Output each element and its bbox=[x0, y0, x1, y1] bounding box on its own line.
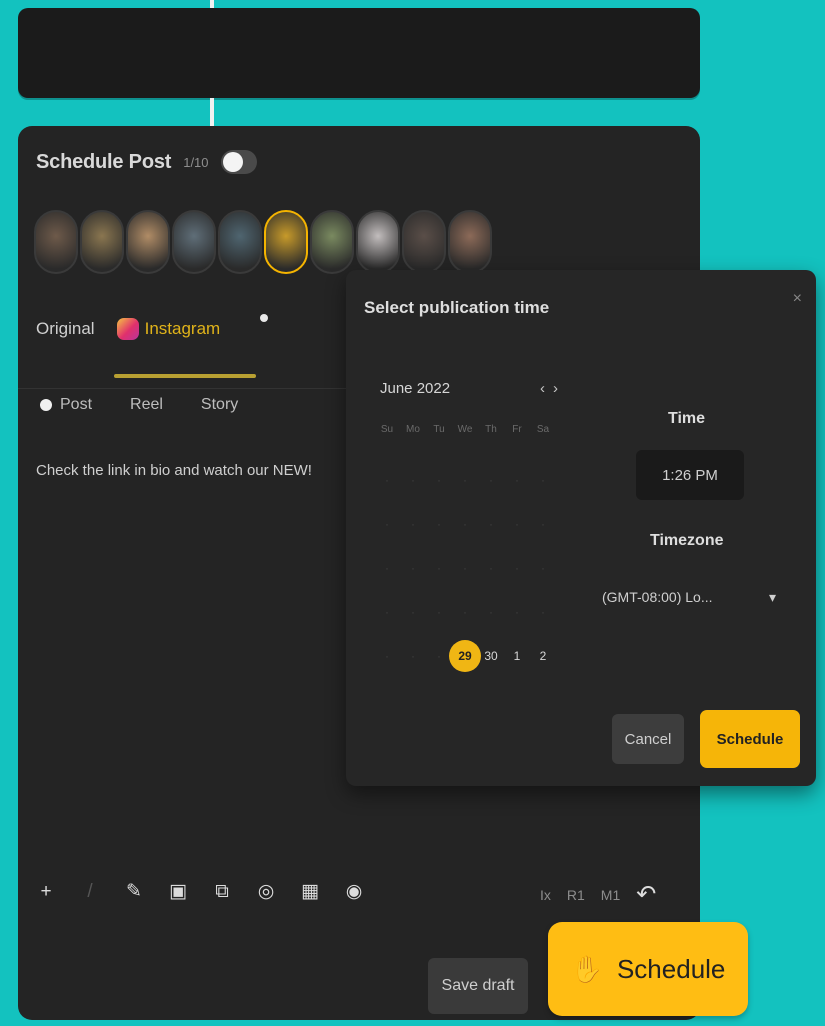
account-avatar[interactable] bbox=[448, 210, 492, 274]
toolbar-counter-2[interactable]: R1 bbox=[567, 887, 585, 903]
weekday-label: Sa bbox=[536, 424, 550, 435]
account-avatar[interactable] bbox=[356, 210, 400, 274]
weekday-label: Fr bbox=[512, 424, 522, 435]
weekday-label: We bbox=[457, 424, 473, 435]
save-draft-button[interactable]: Save draft bbox=[428, 958, 528, 1014]
radio-selected-icon bbox=[40, 399, 52, 411]
time-label: Time bbox=[668, 410, 706, 427]
tab-post-label: Post bbox=[60, 396, 93, 413]
grid-icon[interactable]: ▦ bbox=[298, 880, 322, 903]
calendar-week: · · · · · · · bbox=[385, 517, 545, 531]
panel-header: Schedule Post 1/10 bbox=[36, 150, 257, 174]
account-avatar[interactable] bbox=[80, 210, 124, 274]
divider-line bbox=[210, 98, 214, 126]
cancel-button[interactable]: Cancel bbox=[612, 714, 684, 764]
panel-title: Schedule Post bbox=[36, 150, 172, 173]
account-avatar[interactable] bbox=[34, 210, 78, 274]
selected-day[interactable]: 29 bbox=[449, 640, 481, 672]
eye-icon[interactable]: ◉ bbox=[342, 880, 366, 903]
account-avatar[interactable] bbox=[126, 210, 170, 274]
weekday-label: Mo bbox=[406, 424, 420, 435]
copy-icon[interactable]: ⧉ bbox=[210, 881, 234, 903]
chevron-right-icon[interactable]: › bbox=[553, 380, 566, 397]
link-icon[interactable]: ✎ bbox=[122, 880, 146, 903]
wand-icon[interactable]: / bbox=[78, 881, 102, 903]
info-icon[interactable]: ◎ bbox=[254, 880, 278, 903]
toolbar-counter-3[interactable]: M1 bbox=[601, 887, 620, 903]
toolbar-right: Ix R1 M1 ↶ bbox=[540, 880, 656, 909]
calendar-week: · · · · · · · bbox=[385, 605, 545, 619]
tab-instagram-label: Instagram bbox=[144, 319, 221, 338]
content-type-tabs: Post Reel Story bbox=[40, 396, 238, 414]
account-avatars bbox=[34, 210, 492, 274]
publication-time-popup: Select publication time × June 2022 ‹› S… bbox=[346, 270, 816, 786]
caption-text[interactable]: Check the link in bio and watch our NEW! bbox=[36, 462, 312, 479]
popup-schedule-button[interactable]: Schedule bbox=[700, 710, 800, 768]
timezone-select[interactable]: (GMT-08:00) Lo... ▾ bbox=[596, 576, 782, 618]
account-avatar[interactable] bbox=[310, 210, 354, 274]
tab-original[interactable]: Original bbox=[36, 319, 95, 339]
account-avatar[interactable] bbox=[172, 210, 216, 274]
calendar-weekdays: Su Mo Tu We Th Fr Sa bbox=[374, 424, 556, 435]
account-avatar[interactable] bbox=[218, 210, 262, 274]
divider-line bbox=[210, 0, 214, 8]
schedule-button[interactable]: ✋ Schedule bbox=[548, 922, 748, 1016]
calendar-week-last: · · · 29 30 1 2 bbox=[374, 634, 556, 678]
toolbar-counter-1[interactable]: Ix bbox=[540, 887, 551, 903]
tab-instagram[interactable]: Instagram bbox=[116, 318, 221, 340]
time-input[interactable] bbox=[636, 450, 744, 500]
weekday-label: Su bbox=[380, 424, 394, 435]
instagram-icon bbox=[116, 318, 139, 340]
schedule-toggle[interactable] bbox=[220, 150, 257, 174]
calendar-week: · · · · · · · bbox=[385, 473, 545, 487]
timezone-label: Timezone bbox=[650, 532, 724, 549]
calendar-week: · · · · · · · bbox=[385, 561, 545, 575]
notification-dot bbox=[260, 314, 268, 322]
image-icon[interactable]: ▣ bbox=[166, 880, 190, 903]
platform-tabs: Original Instagram bbox=[36, 318, 220, 340]
tab-reel[interactable]: Reel bbox=[130, 396, 163, 414]
chevron-left-icon[interactable]: ‹ bbox=[540, 380, 553, 397]
timezone-value: (GMT-08:00) Lo... bbox=[602, 589, 713, 605]
tab-story[interactable]: Story bbox=[201, 396, 238, 414]
active-tab-indicator bbox=[114, 374, 256, 378]
popup-title: Select publication time bbox=[364, 298, 550, 317]
hand-pointer-icon: ✋ bbox=[570, 953, 603, 984]
account-avatar[interactable] bbox=[264, 210, 308, 274]
post-count: 1/10 bbox=[183, 154, 209, 170]
calendar-nav: ‹› bbox=[540, 380, 566, 397]
schedule-button-label: Schedule bbox=[616, 953, 726, 984]
plus-icon[interactable]: + bbox=[34, 881, 58, 903]
account-avatar[interactable] bbox=[402, 210, 446, 274]
calendar-month: June 2022 bbox=[380, 380, 451, 397]
close-icon[interactable]: × bbox=[793, 290, 802, 308]
calendar-day[interactable]: 2 bbox=[530, 649, 556, 663]
chevron-down-icon: ▾ bbox=[768, 588, 776, 605]
tab-post[interactable]: Post bbox=[40, 396, 92, 414]
calendar-day[interactable]: 1 bbox=[504, 649, 530, 663]
calendar-grid: · · · · · · · · · · · · · · · · · · · · · · · · · · · · · · · 29 3… bbox=[374, 458, 556, 678]
editor-toolbar: + / ✎ ▣ ⧉ ◎ ▦ ◉ bbox=[34, 880, 366, 903]
calendar-day[interactable]: 30 bbox=[478, 649, 504, 663]
weekday-label: Tu bbox=[433, 424, 445, 435]
top-bar bbox=[18, 8, 700, 98]
toggle-knob bbox=[222, 152, 243, 172]
undo-icon[interactable]: ↶ bbox=[636, 880, 656, 909]
weekday-label: Th bbox=[485, 424, 497, 435]
